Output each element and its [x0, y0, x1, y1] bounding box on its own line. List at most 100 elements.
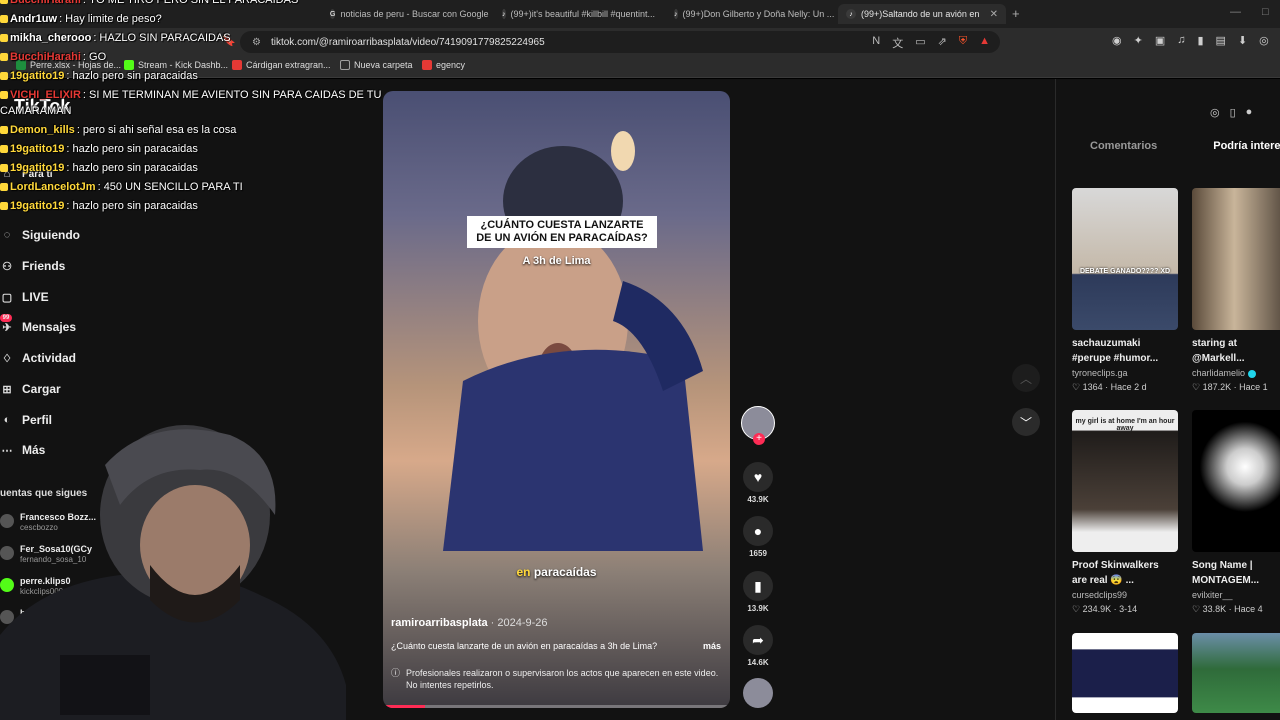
nav-label: Mensajes: [22, 320, 77, 334]
maximize-icon[interactable]: □: [1262, 6, 1269, 18]
video-player[interactable]: ¿CUÁNTO CUESTA LANZARTE DE UN AVIÓN EN P…: [383, 91, 730, 708]
browser-tab-2[interactable]: ♪ (99+)it's beautiful #killbill #quentin…: [494, 4, 662, 24]
sound-disc-icon[interactable]: [743, 678, 773, 708]
tab-comentarios[interactable]: Comentarios: [1090, 140, 1157, 152]
screenshot-icon[interactable]: ▣: [1155, 34, 1165, 47]
video-subtitle: A 3h de Lima: [522, 255, 591, 267]
video-thumbnail[interactable]: [1072, 633, 1178, 713]
brave-rewards-icon[interactable]: ▲: [979, 35, 990, 51]
browser-tab-3[interactable]: ♪ (99+)Don Gilberto y Doña Nelly: Un ...: [666, 4, 834, 24]
video-author-line[interactable]: ramiroarribasplata · 2024-9-26: [391, 617, 548, 629]
chat-badge-icon: [0, 202, 8, 210]
chat-message: mikha_cherooo: HAZLO SIN PARACAIDAS: [0, 32, 231, 44]
nav-item-live[interactable]: ▢ LIVE: [0, 290, 49, 304]
video-thumbnail[interactable]: DEBATE GANADO???? XD: [1072, 188, 1178, 330]
minimize-icon[interactable]: —: [1230, 6, 1241, 18]
extensions-icon[interactable]: ✦: [1134, 34, 1143, 47]
share-action[interactable]: ➦ 14.6K: [741, 625, 775, 667]
address-bar[interactable]: ⚙ tiktok.com/@ramiroarribasplata/video/7…: [240, 31, 1000, 53]
tiktok-favicon-icon: ♪: [846, 9, 856, 19]
previous-video-button[interactable]: ︿: [1012, 364, 1040, 392]
heart-icon[interactable]: ♥: [743, 462, 773, 492]
download-icon[interactable]: ⬇: [1238, 34, 1247, 47]
nav-item-cargar[interactable]: ⊞ Cargar: [0, 382, 61, 396]
cast-icon[interactable]: ▭: [915, 35, 925, 51]
recommended-video-card[interactable]: staring at @Markell... charlidamelio ♡ 1…: [1192, 188, 1280, 394]
kick-icon: [124, 60, 134, 70]
card-meta: ♡ 33.8K · Hace 4: [1192, 604, 1263, 614]
video-progress-bar[interactable]: [383, 705, 730, 708]
more-link[interactable]: más: [703, 641, 721, 651]
new-tab-button[interactable]: +: [1012, 6, 1020, 21]
store-icon: [232, 60, 242, 70]
card-author: cursedclips99: [1072, 590, 1128, 600]
bookmark-item[interactable]: Cárdigan extragran...: [232, 60, 331, 70]
chat-text: : hazlo pero sin paracaidas: [66, 70, 198, 82]
user-avatar-icon[interactable]: ●: [1246, 106, 1253, 119]
chat-text: : hazlo pero sin paracaidas: [66, 200, 198, 212]
live-icon: ▢: [1, 291, 13, 304]
recommended-video-card[interactable]: my girl is at home I'm an hour away Proo…: [1072, 410, 1178, 616]
recommended-video-card[interactable]: [1072, 633, 1178, 713]
chat-text: : SI ME TERMINAN ME AVIENTO SIN PARA CAI…: [82, 89, 382, 101]
chat-username: 19gatito19: [10, 143, 65, 155]
nav-item-siguiendo[interactable]: ◌ Siguiendo: [0, 228, 80, 242]
recommended-video-card[interactable]: DEBATE GANADO???? XD sachauzumaki #perup…: [1072, 188, 1178, 394]
video-thumbnail[interactable]: [1192, 410, 1280, 552]
wallet-icon[interactable]: ▤: [1216, 34, 1226, 47]
card-title: Song Name | MONTAGEM...: [1192, 560, 1260, 586]
follow-plus-icon[interactable]: +: [753, 433, 765, 445]
streamer-webcam: [0, 425, 346, 720]
bookmark-label: Stream - Kick Dashb...: [138, 60, 229, 70]
chat-badge-icon: [0, 72, 8, 80]
share-arrow-icon[interactable]: ➦: [743, 625, 773, 655]
no-track-icon[interactable]: N: [872, 35, 880, 51]
video-thumbnail[interactable]: [1192, 188, 1280, 330]
upload-icon: ⊞: [2, 383, 12, 396]
card-author: tyroneclips.ga: [1072, 368, 1128, 378]
nav-item-mensajes[interactable]: ✈ 99 Mensajes: [0, 314, 77, 334]
device-icon[interactable]: ▯: [1230, 106, 1236, 119]
music-icon[interactable]: ♫: [1177, 34, 1185, 47]
browser-tab-active[interactable]: ♪ (99+)Saltando de un avión en Pa... ✕: [838, 4, 1006, 24]
nav-item-friends[interactable]: ⚇ Friends: [0, 259, 65, 273]
video-progress-fill: [383, 705, 425, 708]
thumbnail-text: DEBATE GANADO???? XD: [1079, 268, 1171, 275]
bookmark-item[interactable]: Nueva carpeta: [340, 60, 413, 70]
close-tab-icon[interactable]: ✕: [990, 9, 998, 20]
nav-item-actividad[interactable]: ♢ Actividad: [0, 351, 76, 365]
messages-badge: 99: [0, 314, 12, 322]
chat-message: VICHI_ELIXIR: SI ME TERMINAN ME AVIENTO …: [0, 89, 381, 101]
creator-avatar[interactable]: +: [741, 406, 775, 445]
browser-tab-1[interactable]: G noticias de peru - Buscar con Google: [322, 4, 490, 24]
translate-icon[interactable]: 文: [892, 35, 903, 51]
card-author: charlidamelio: [1192, 368, 1246, 378]
bookmark-item[interactable]: egency: [422, 60, 465, 70]
next-video-button[interactable]: ﹀: [1012, 408, 1040, 436]
brave-shield-icon[interactable]: ⛨: [959, 35, 967, 51]
incognito-icon[interactable]: ◉: [1112, 34, 1122, 47]
share-icon[interactable]: ⇗: [938, 35, 947, 51]
comment-action[interactable]: ● 1659: [741, 516, 775, 558]
sidebar-icon[interactable]: ▮: [1197, 34, 1203, 47]
bookmark-icon[interactable]: ▮: [743, 571, 773, 601]
comment-icon[interactable]: ●: [743, 516, 773, 546]
nav-label: Cargar: [22, 382, 61, 396]
profile-icon[interactable]: ◎: [1259, 34, 1269, 47]
video-thumbnail[interactable]: my girl is at home I'm an hour away: [1072, 410, 1178, 552]
save-action[interactable]: ▮ 13.9K: [741, 571, 775, 613]
chat-badge-icon: [0, 164, 8, 172]
site-info-icon[interactable]: ⚙: [252, 37, 261, 48]
chat-username: mikha_cherooo: [10, 32, 92, 44]
bookmark-item[interactable]: Stream - Kick Dashb...: [124, 60, 228, 70]
comment-count: 1659: [749, 549, 767, 558]
sound-avatar[interactable]: [741, 678, 775, 708]
recommended-video-card[interactable]: Song Name | MONTAGEM... evilxiter__ ♡ 33…: [1192, 410, 1280, 616]
video-thumbnail[interactable]: [1192, 633, 1280, 713]
like-action[interactable]: ♥ 43.9K: [741, 462, 775, 504]
tab-podria-interesar[interactable]: Podría interesar: [1213, 140, 1280, 152]
recommended-video-card[interactable]: [1192, 633, 1280, 713]
chat-username: BucchiHarahi: [10, 51, 81, 63]
card-meta: ♡ 187.2K · Hace 1: [1192, 382, 1268, 392]
compass-icon[interactable]: ◎: [1210, 106, 1220, 119]
